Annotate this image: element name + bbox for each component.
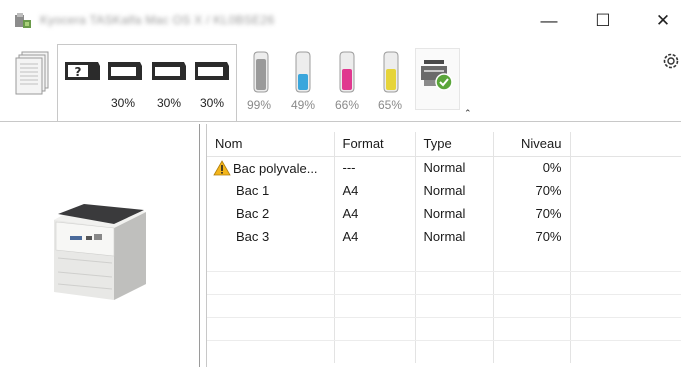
black-toner-icon [253,51,269,93]
column-header-type[interactable]: Type [415,132,494,157]
tray-3-icon [195,62,229,80]
column-header-empty [570,132,681,157]
empty-row [207,294,681,318]
row-niveau: 70% [493,202,571,225]
empty-row [207,271,681,295]
row-name: Bac 1 [207,179,335,202]
svg-text:?: ? [75,65,82,79]
minimize-button[interactable]: — [531,6,567,36]
row-format: A4 [334,179,416,202]
pages-counter-icon[interactable] [13,48,51,100]
row-niveau: 0% [493,156,571,179]
printer-app-icon [15,13,31,28]
yellow-toner-level: 65% [378,98,403,112]
row-empty-cell [570,202,681,225]
row-type: Normal [415,225,494,248]
close-button[interactable]: ✕ [645,6,681,36]
settings-gear-icon[interactable] [661,51,681,71]
table-header-row: Nom Format Type Niveau [207,132,681,157]
tray-table: Nom Format Type Niveau Bac polyvale... -… [207,132,681,363]
column-header-format[interactable]: Format [334,132,416,157]
row-format: A4 [334,225,416,248]
cyan-toner-level: 49% [291,98,316,112]
tray-2-icon [152,62,186,80]
row-name: Bac 2 [207,202,335,225]
maximize-button[interactable]: ☐ [585,6,621,36]
row-type: Normal [415,202,494,225]
collapse-toolbar-icon[interactable]: ⌃ [464,108,472,119]
table-row[interactable]: Bac polyvale... --- Normal 0% [207,156,681,179]
column-header-nom[interactable]: Nom [207,132,335,157]
empty-row [207,248,681,272]
table-row[interactable]: Bac 2 A4 Normal 70% [207,202,681,225]
row-empty-cell [570,225,681,248]
table-row[interactable]: Bac 3 A4 Normal 70% [207,225,681,248]
row-format: --- [334,156,416,179]
row-format: A4 [334,202,416,225]
tray-1-level: 30% [111,96,136,110]
black-toner-level: 99% [247,98,272,112]
empty-row [207,317,681,341]
window-title: Kyocera TASKalfa Mac OS X / KL0BSE26 [40,13,275,27]
manual-feed-tray-icon: ? [65,62,100,80]
row-empty-cell [570,179,681,202]
pane-splitter[interactable] [199,124,200,367]
row-niveau: 70% [493,179,571,202]
row-niveau: 70% [493,225,571,248]
magenta-toner-level: 66% [335,98,360,112]
tray-3-level: 30% [200,96,225,110]
printer-ok-status-icon [421,60,453,91]
printer-illustration [54,204,146,300]
row-type: Normal [415,156,494,179]
tray-1-icon [108,62,142,80]
magenta-toner-icon [339,51,355,93]
row-type: Normal [415,179,494,202]
yellow-toner-icon [383,51,399,93]
row-empty-cell [570,156,681,179]
row-name: Bac 3 [207,225,335,248]
column-header-niveau[interactable]: Niveau [493,132,571,157]
empty-row [207,340,681,363]
row-name: Bac polyvale... [233,160,318,176]
tray-2-level: 30% [157,96,182,110]
cyan-toner-icon [295,51,311,93]
warning-icon [213,159,231,176]
row-name-cell: Bac polyvale... [207,156,335,179]
table-row[interactable]: Bac 1 A4 Normal 70% [207,179,681,202]
